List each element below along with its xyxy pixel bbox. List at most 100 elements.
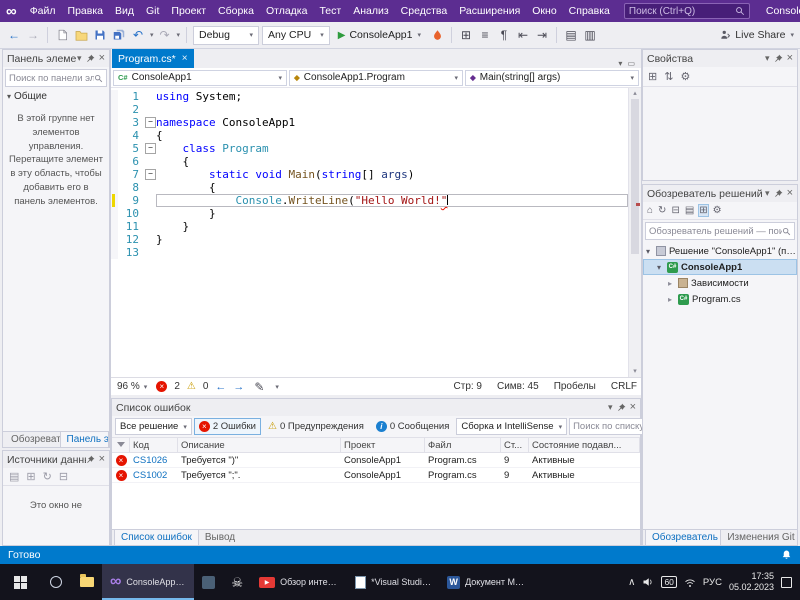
member-dropdown[interactable]: Main(string[] args) bbox=[465, 70, 639, 86]
redo-dropdown-icon[interactable] bbox=[177, 31, 181, 39]
pin-icon[interactable] bbox=[86, 455, 95, 464]
taskbar-app-skull[interactable] bbox=[223, 564, 251, 600]
hot-reload-icon[interactable] bbox=[429, 25, 445, 45]
add-data-source-icon[interactable] bbox=[9, 470, 19, 483]
filter-icon[interactable] bbox=[117, 442, 125, 447]
alphabetical-icon[interactable] bbox=[664, 70, 673, 83]
save-icon[interactable] bbox=[92, 25, 108, 45]
collapse-all-icon[interactable] bbox=[671, 205, 679, 216]
pin-icon[interactable] bbox=[86, 54, 95, 63]
error-row[interactable]: CS1026Требуется ")"ConsoleApp1Program.cs… bbox=[112, 453, 640, 468]
code-line[interactable]: 9 Console.WriteLine("Hello World!" bbox=[111, 194, 628, 207]
chevron-right-icon[interactable] bbox=[668, 295, 677, 304]
show-whitespace-icon[interactable] bbox=[496, 25, 512, 45]
code-line[interactable]: 3namespace ConsoleApp1 bbox=[111, 116, 628, 129]
editor-scrollbar[interactable] bbox=[628, 88, 641, 377]
right-dock-tab[interactable]: Обозреватель реше... bbox=[645, 530, 721, 546]
property-pages-icon[interactable] bbox=[680, 70, 690, 83]
window-menu-icon[interactable] bbox=[765, 189, 770, 198]
error-row[interactable]: CS1002Требуется ";".ConsoleApp1Program.c… bbox=[112, 468, 640, 483]
project-dropdown[interactable]: ConsoleApp1 bbox=[113, 70, 287, 86]
code-line[interactable]: 12} bbox=[111, 233, 628, 246]
column-header[interactable]: Состояние подавл... bbox=[529, 438, 640, 452]
menu-item[interactable]: Git bbox=[140, 0, 165, 22]
code-lines[interactable]: 1using System;23namespace ConsoleApp14{5… bbox=[111, 88, 628, 377]
quick-search-input[interactable] bbox=[629, 6, 735, 17]
type-dropdown[interactable]: ConsoleApp1.Program bbox=[289, 70, 463, 86]
quick-search[interactable] bbox=[624, 3, 750, 19]
code-line[interactable]: 10 } bbox=[111, 207, 628, 220]
chevron-right-icon[interactable] bbox=[668, 279, 677, 288]
tray-expand-icon[interactable] bbox=[628, 577, 635, 588]
window-menu-icon[interactable] bbox=[765, 54, 770, 63]
clock[interactable]: 17:35 05.02.2023 bbox=[729, 571, 774, 594]
volume-icon[interactable] bbox=[642, 576, 654, 588]
uncomment-icon[interactable] bbox=[582, 25, 598, 45]
home-icon[interactable] bbox=[647, 205, 653, 216]
source-dropdown[interactable]: Сборка и IntelliSense bbox=[456, 418, 567, 435]
float-window-icon[interactable] bbox=[627, 58, 635, 68]
close-icon[interactable] bbox=[630, 402, 636, 413]
chevron-down-icon[interactable] bbox=[646, 247, 655, 256]
code-line[interactable]: 2 bbox=[111, 103, 628, 116]
code-line[interactable]: 6 { bbox=[111, 155, 628, 168]
sync-with-active-document-icon[interactable] bbox=[699, 205, 707, 216]
save-all-icon[interactable] bbox=[111, 25, 127, 45]
configuration-dropdown[interactable]: Debug bbox=[193, 26, 259, 45]
menu-item[interactable]: Справка bbox=[563, 0, 616, 22]
window-menu-icon[interactable] bbox=[608, 403, 613, 412]
window-menu-icon[interactable] bbox=[77, 54, 82, 63]
pin-icon[interactable] bbox=[617, 403, 626, 412]
refresh-icon[interactable] bbox=[658, 205, 666, 216]
taskbar-app-notepad[interactable]: *Visual Studio.txt - ... bbox=[347, 564, 439, 600]
warnings-filter-button[interactable]: 0 Предупреждения bbox=[263, 418, 369, 435]
fold-collapse-icon[interactable] bbox=[144, 116, 156, 129]
data-sources-title-bar[interactable]: Источники данных bbox=[3, 451, 109, 468]
menu-item[interactable]: Средства bbox=[395, 0, 454, 22]
taskbar-app-youtube[interactable]: Обзор интегриров... bbox=[251, 564, 347, 600]
start-button[interactable] bbox=[0, 564, 40, 600]
show-all-files-icon[interactable] bbox=[685, 205, 694, 216]
zoom-dropdown[interactable]: 96 % bbox=[115, 381, 149, 392]
code-line[interactable]: 5 class Program bbox=[111, 142, 628, 155]
menu-item[interactable]: Анализ bbox=[347, 0, 394, 22]
outdent-icon[interactable] bbox=[515, 25, 531, 45]
taskbar-search-button[interactable] bbox=[40, 564, 72, 600]
warning-count-icon[interactable] bbox=[187, 381, 196, 392]
show-all-members-icon[interactable] bbox=[477, 25, 493, 45]
close-icon[interactable] bbox=[99, 454, 105, 465]
chevron-down-icon[interactable] bbox=[657, 263, 666, 272]
active-files-dropdown-icon[interactable] bbox=[618, 59, 622, 68]
properties-title-bar[interactable]: Свойства bbox=[643, 50, 797, 67]
toolbox-search-input[interactable] bbox=[9, 73, 94, 84]
start-debugging-button[interactable]: ConsoleApp1 bbox=[333, 26, 426, 45]
taskbar-app-app[interactable] bbox=[194, 564, 223, 600]
live-share-button[interactable]: Live Share bbox=[719, 29, 794, 41]
comment-icon[interactable] bbox=[563, 25, 579, 45]
pin-icon[interactable] bbox=[774, 189, 783, 198]
close-icon[interactable] bbox=[787, 53, 793, 64]
next-issue-icon[interactable]: → bbox=[233, 381, 244, 393]
toolbox-group-header[interactable]: Общие bbox=[3, 89, 109, 104]
close-tab-icon[interactable] bbox=[182, 53, 188, 64]
column-header[interactable]: Ст... bbox=[501, 438, 529, 452]
tab-program-cs[interactable]: Program.cs* bbox=[112, 49, 194, 68]
navigate-forward-icon[interactable] bbox=[25, 25, 41, 45]
tree-item[interactable]: ConsoleApp1 bbox=[643, 259, 797, 275]
action-center-icon[interactable] bbox=[781, 577, 792, 588]
new-file-icon[interactable] bbox=[54, 25, 70, 45]
column-header[interactable]: Описание bbox=[178, 438, 341, 452]
properties-icon[interactable] bbox=[713, 205, 722, 216]
find-in-files-icon[interactable] bbox=[458, 25, 474, 45]
menu-item[interactable]: Правка bbox=[62, 0, 109, 22]
tree-item[interactable]: Решение "ConsoleApp1" (проекты: 1 из 1) bbox=[643, 243, 797, 259]
menu-item[interactable]: Отладка bbox=[260, 0, 314, 22]
code-cleanup-icon[interactable] bbox=[251, 380, 267, 394]
menu-item[interactable]: Файл bbox=[24, 0, 62, 22]
code-editor[interactable]: 1using System;23namespace ConsoleApp14{5… bbox=[111, 88, 641, 377]
code-line[interactable]: 1using System; bbox=[111, 90, 628, 103]
pin-icon[interactable] bbox=[774, 54, 783, 63]
previous-issue-icon[interactable]: ← bbox=[215, 381, 226, 393]
configure-data-source-icon[interactable] bbox=[26, 470, 35, 483]
code-line[interactable]: 11 } bbox=[111, 220, 628, 233]
